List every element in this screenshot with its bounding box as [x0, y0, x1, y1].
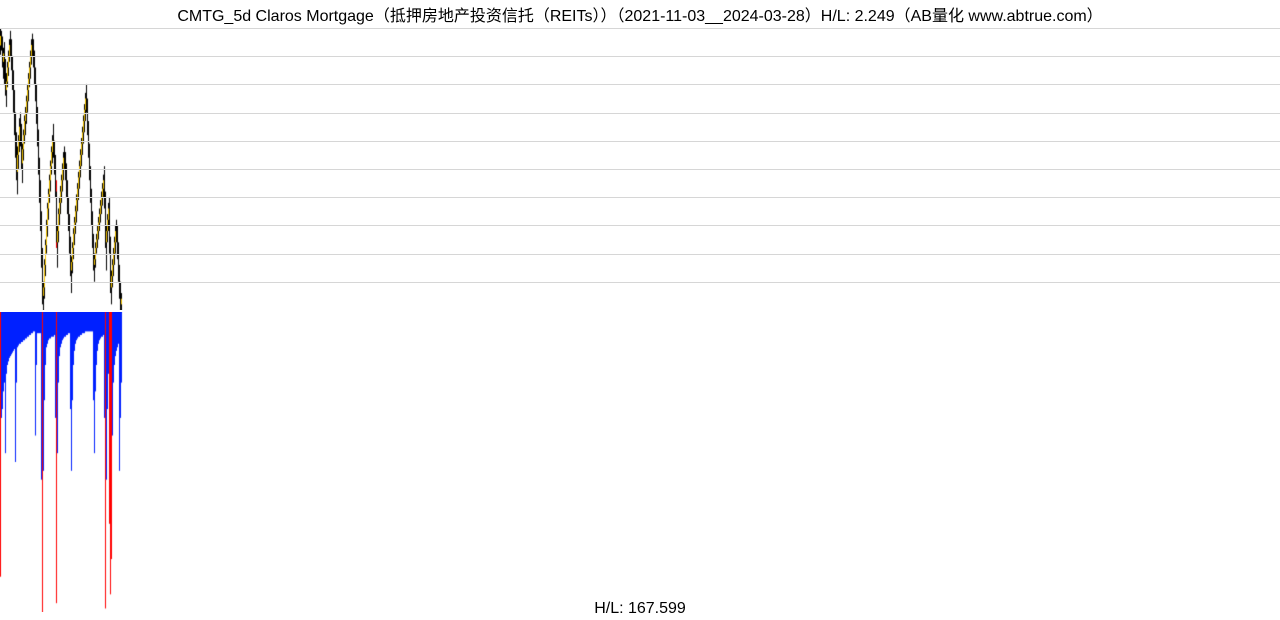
- gridline: [0, 28, 1280, 29]
- gridline: [0, 254, 1280, 255]
- volume-bar-chart: [0, 312, 1280, 612]
- volume-hl-label: H/L: 167.599: [0, 600, 1280, 618]
- chart-title: CMTG_5d Claros Mortgage（抵押房地产投资信托（REITs）…: [0, 2, 1280, 26]
- gridline: [0, 225, 1280, 226]
- gridline: [0, 141, 1280, 142]
- gridline: [0, 84, 1280, 85]
- gridline: [0, 282, 1280, 283]
- gridline: [0, 56, 1280, 57]
- gridline: [0, 113, 1280, 114]
- gridline: [0, 169, 1280, 170]
- volume-panel: [0, 312, 1280, 612]
- gridline: [0, 197, 1280, 198]
